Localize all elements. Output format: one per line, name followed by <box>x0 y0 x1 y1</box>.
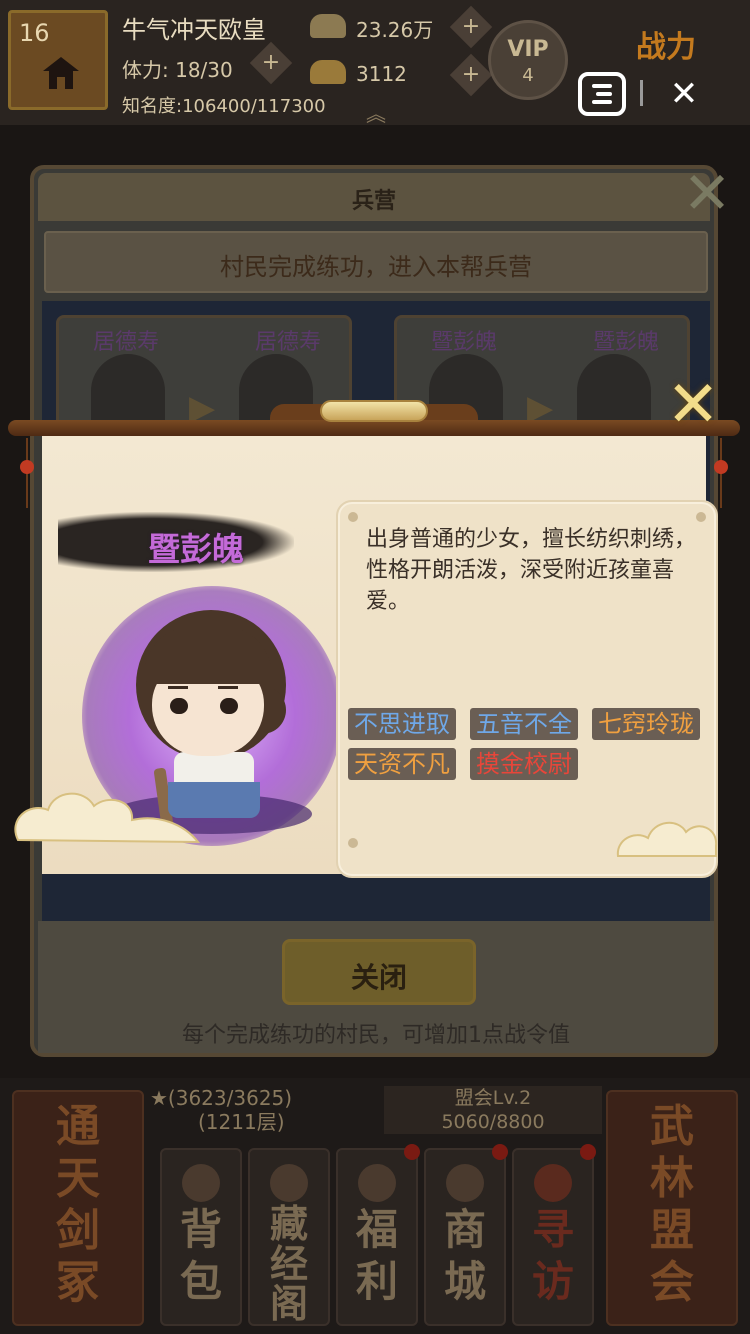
nav-label: 背包 <box>179 1205 222 1306</box>
vip-label: VIP <box>507 37 549 62</box>
star-count: ★(3623/3625) <box>150 1086 293 1110</box>
alliance-title: 盟会Lv.2 <box>454 1087 532 1109</box>
trait-tag[interactable]: 不思进取 <box>348 708 456 740</box>
more-menu-icon[interactable] <box>578 72 626 116</box>
silver-ingot-icon <box>310 14 346 38</box>
alliance-panel[interactable]: 盟会Lv.2 5060/8800 <box>384 1086 602 1134</box>
stamina-text: 体力: 18/30 <box>122 58 233 82</box>
banner-text: 村民完成练功，进入本帮兵营 <box>220 253 532 281</box>
big-char: 通 <box>56 1101 100 1152</box>
mini-program-capsule: ✕ <box>574 68 734 120</box>
villager-name: 暨彭魄 <box>431 330 498 355</box>
big-char: 会 <box>650 1257 694 1308</box>
tassel-ornament <box>20 438 34 508</box>
big-char: 盟 <box>650 1205 694 1256</box>
scroll-knob <box>320 400 428 422</box>
add-stamina-button[interactable]: + <box>249 41 293 85</box>
fame-text: 知名度:106400/117300 <box>122 96 326 117</box>
gift-icon <box>358 1164 396 1202</box>
character-name: 暨彭魄 <box>148 530 245 568</box>
pavilion-icon <box>270 1164 308 1202</box>
bag-icon <box>182 1164 220 1202</box>
nav-label: 商城 <box>443 1205 486 1306</box>
tongtian-sword-tomb-button[interactable]: 通 天 剑 冢 <box>12 1090 144 1326</box>
nav-shop[interactable]: 商城 <box>424 1144 508 1326</box>
nav-scripture-pavilion[interactable]: 藏经阁 <box>248 1148 330 1326</box>
tassel-ornament <box>714 438 728 508</box>
house-icon <box>43 57 79 89</box>
nav-welfare[interactable]: 福利 <box>336 1144 420 1326</box>
notification-dot <box>492 1144 508 1160</box>
nav-label: 寻访 <box>531 1205 574 1306</box>
gold-amount: 3112 <box>356 62 407 86</box>
big-char: 冢 <box>56 1257 100 1308</box>
alliance-progress: 5060/8800 <box>441 1111 545 1133</box>
character-detail-popup: 暨彭魄 出身普通的少女，擅长纺织刺绣，性格开朗活泼，深受附近孩童喜爱。 不思进取 <box>8 370 740 878</box>
big-char: 天 <box>56 1153 100 1204</box>
martial-alliance-button[interactable]: 武 林 盟 会 <box>606 1090 738 1326</box>
nav-label: 藏经阁 <box>269 1202 308 1326</box>
plus-icon: + <box>461 62 481 87</box>
popup-close-icon[interactable]: ✕ <box>658 370 728 440</box>
power-label: 战力 <box>636 30 696 65</box>
plus-icon: + <box>261 50 281 75</box>
big-char: 剑 <box>56 1205 100 1256</box>
nav-visit[interactable]: 寻访 <box>512 1144 596 1326</box>
cloud-ornament <box>616 822 718 857</box>
add-silver-button[interactable]: + <box>449 5 493 49</box>
trait-tag[interactable]: 天资不凡 <box>348 748 456 780</box>
close-app-icon[interactable]: ✕ <box>664 74 704 114</box>
trait-tag[interactable]: 七窍玲珑 <box>592 708 700 740</box>
scroll-rod <box>8 420 740 436</box>
villager-name: 居德寿 <box>255 330 322 355</box>
big-char: 林 <box>650 1153 694 1204</box>
close-button-label: 关闭 <box>350 961 407 994</box>
panel-title-bar: 兵营 <box>38 173 710 221</box>
gold-ingot-icon <box>310 60 346 84</box>
visit-icon <box>534 1164 572 1202</box>
big-char: 武 <box>650 1101 694 1152</box>
floor-count: (1211层) <box>198 1110 285 1134</box>
villager-name: 居德寿 <box>93 330 160 355</box>
plus-icon: + <box>461 14 481 39</box>
trait-tag[interactable]: 五音不全 <box>470 708 578 740</box>
panel-banner: 村民完成练功，进入本帮兵营 <box>44 231 708 293</box>
collapse-chevron-icon[interactable]: ︽ <box>366 98 386 127</box>
footer-note: 每个完成练功的村民，可增加1点战令值 <box>182 1023 570 1048</box>
panel-close-icon[interactable]: ✕ <box>674 163 740 223</box>
notification-dot <box>580 1144 596 1160</box>
notification-dot <box>404 1144 420 1160</box>
player-avatar[interactable]: 16 <box>8 10 108 110</box>
panel-title: 兵营 <box>351 189 396 214</box>
villager-name: 暨彭魄 <box>593 330 660 355</box>
nav-backpack[interactable]: 背包 <box>160 1148 242 1326</box>
cloud-ornament <box>14 792 201 844</box>
close-button[interactable]: 关闭 <box>282 939 476 1005</box>
capsule-divider <box>640 80 643 106</box>
shop-icon <box>446 1164 484 1202</box>
add-gold-button[interactable]: + <box>449 53 493 97</box>
vip-badge[interactable]: VIP 4 <box>488 20 568 100</box>
player-level: 16 <box>19 19 50 47</box>
character-description: 出身普通的少女，擅长纺织刺绣，性格开朗活泼，深受附近孩童喜爱。 <box>366 527 697 614</box>
nav-label: 福利 <box>355 1205 398 1306</box>
bottom-navigation: 通 天 剑 冢 ★(3623/3625) (1211层) 盟会Lv.2 5060… <box>0 1078 750 1334</box>
star-progress: ★(3623/3625) (1211层) <box>150 1086 292 1134</box>
panel-footer: 关闭 每个完成练功的村民，可增加1点战令值 <box>38 921 714 1053</box>
trait-tag[interactable]: 摸金校尉 <box>470 748 578 780</box>
vip-level: 4 <box>522 65 534 86</box>
silver-amount: 23.26万 <box>356 18 434 42</box>
player-name: 牛气冲天欧皇 <box>122 16 266 44</box>
